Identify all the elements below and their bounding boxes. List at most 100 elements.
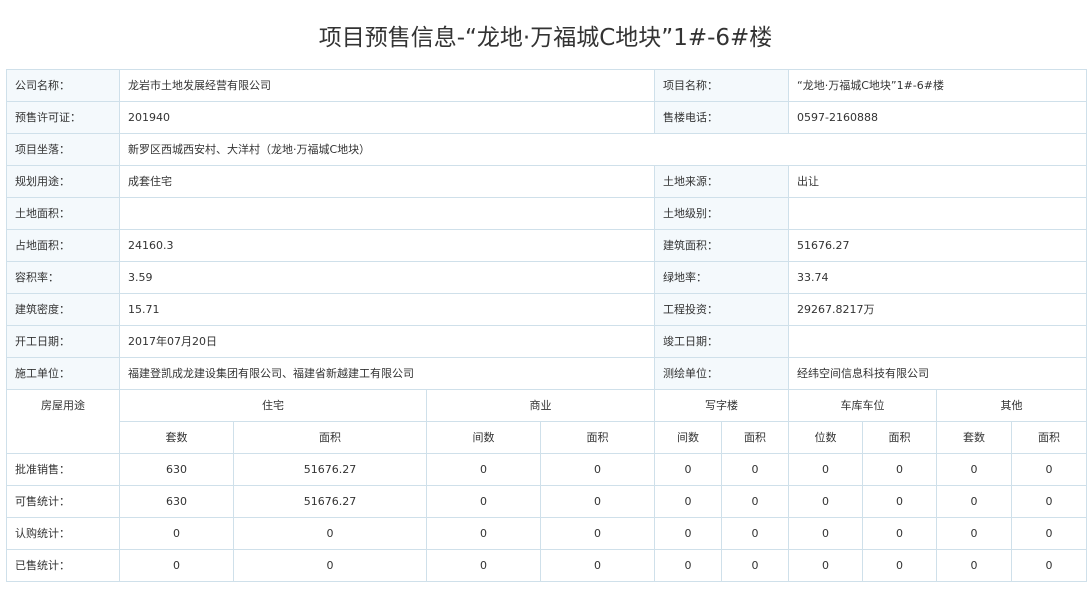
stats-cell: 0 bbox=[788, 549, 863, 582]
stats-row-label: 认购统计： bbox=[6, 517, 120, 550]
far-value: 3.59 bbox=[119, 261, 655, 294]
green-label: 绿地率： bbox=[654, 261, 789, 294]
land-grade-value bbox=[787, 197, 1088, 230]
location-value: 新罗区西城西安村、大洋村（龙地·万福城C地块） bbox=[118, 133, 1088, 166]
info-row: 土地面积： 土地级别： bbox=[6, 197, 1088, 230]
stats-cell: 51676.27 bbox=[233, 485, 427, 518]
surveyor-value: 经纬空间信息科技有限公司 bbox=[787, 357, 1088, 390]
stats-cell: 0 bbox=[540, 549, 655, 582]
group-header: 写字楼 bbox=[654, 389, 789, 422]
stats-cell: 0 bbox=[540, 485, 655, 518]
stats-cell: 0 bbox=[1010, 517, 1088, 550]
info-row: 开工日期： 2017年07月20日 竣工日期： bbox=[6, 325, 1088, 358]
use-value: 成套住宅 bbox=[119, 165, 655, 198]
stats-cell: 0 bbox=[1010, 549, 1088, 582]
stats-cell: 0 bbox=[1010, 453, 1088, 486]
density-value: 15.71 bbox=[119, 293, 655, 326]
land-grade-label: 土地级别： bbox=[654, 197, 789, 230]
stats-cell: 0 bbox=[936, 453, 1012, 486]
stats-sub-header-row: 套数 面积 间数 面积 间数 面积 位数 面积 套数 面积 bbox=[7, 421, 1088, 454]
use-label: 规划用途： bbox=[6, 165, 120, 198]
permit-label: 预售许可证： bbox=[6, 101, 120, 134]
stats-row: 已售统计： 0 0 0 0 0 0 0 0 0 0 bbox=[6, 549, 1088, 582]
stats-cell: 0 bbox=[654, 453, 722, 486]
stats-cell: 0 bbox=[936, 517, 1012, 550]
sub-header: 面积 bbox=[1010, 421, 1088, 454]
stats-group-header-row: 房屋用途 住宅 商业 写字楼 车库车位 其他 bbox=[6, 389, 1088, 454]
start-date-label: 开工日期： bbox=[6, 325, 120, 358]
finish-date-value bbox=[787, 325, 1088, 358]
investment-value: 29267.8217万 bbox=[787, 293, 1088, 326]
stats-cell: 0 bbox=[654, 549, 722, 582]
phone-value: 0597-2160888 bbox=[787, 101, 1088, 134]
stats-corner-header: 房屋用途 bbox=[6, 389, 120, 454]
stats-cell: 0 bbox=[721, 517, 789, 550]
stats-row-label: 已售统计： bbox=[6, 549, 120, 582]
sub-header: 面积 bbox=[233, 421, 427, 454]
group-header: 商业 bbox=[426, 389, 655, 422]
floor-area-label: 建筑面积： bbox=[654, 229, 789, 262]
sub-header: 位数 bbox=[788, 421, 863, 454]
project-info-table: 公司名称： 龙岩市土地发展经营有限公司 项目名称： “龙地·万福城C地块”1#-… bbox=[6, 69, 1088, 582]
builder-label: 施工单位： bbox=[6, 357, 120, 390]
company-label: 公司名称： bbox=[6, 69, 120, 102]
page-title: 项目预售信息-“龙地·万福城C地块”1#-6#楼 bbox=[318, 25, 773, 51]
stats-cell: 0 bbox=[119, 549, 234, 582]
stats-cell: 0 bbox=[862, 485, 937, 518]
stats-row-label: 可售统计： bbox=[6, 485, 120, 518]
stats-row: 批准销售： 630 51676.27 0 0 0 0 0 0 0 0 bbox=[6, 453, 1088, 486]
page: 项目预售信息-“龙地·万福城C地块”1#-6#楼 公司名称： 龙岩市土地发展经营… bbox=[0, 0, 1091, 594]
info-row: 施工单位： 福建登凯成龙建设集团有限公司、福建省新越建工有限公司 测绘单位： 经… bbox=[6, 357, 1088, 390]
group-header: 其他 bbox=[935, 389, 1088, 422]
land-source-value: 出让 bbox=[787, 165, 1088, 198]
stats-cell: 0 bbox=[788, 453, 863, 486]
info-row: 建筑密度： 15.71 工程投资： 29267.8217万 bbox=[6, 293, 1088, 326]
stats-cell: 0 bbox=[862, 453, 937, 486]
stats-cell: 0 bbox=[426, 517, 541, 550]
occupied-area-label: 占地面积： bbox=[6, 229, 120, 262]
location-label: 项目坐落： bbox=[6, 133, 120, 166]
project-label: 项目名称： bbox=[654, 69, 789, 102]
stats-cell: 0 bbox=[862, 549, 937, 582]
info-row: 项目坐落： 新罗区西城西安村、大洋村（龙地·万福城C地块） bbox=[6, 133, 1088, 166]
far-label: 容积率： bbox=[6, 261, 120, 294]
occupied-area-value: 24160.3 bbox=[119, 229, 655, 262]
permit-value: 201940 bbox=[119, 101, 655, 134]
land-source-label: 土地来源： bbox=[654, 165, 789, 198]
stats-body: 批准销售： 630 51676.27 0 0 0 0 0 0 0 0 可售统计： 630 51676.27… bbox=[6, 453, 1088, 582]
stats-row-label: 批准销售： bbox=[6, 453, 120, 486]
group-header: 住宅 bbox=[119, 389, 427, 422]
stats-cell: 0 bbox=[1010, 485, 1088, 518]
density-label: 建筑密度： bbox=[6, 293, 120, 326]
sub-header: 间数 bbox=[654, 421, 722, 454]
investment-label: 工程投资： bbox=[654, 293, 789, 326]
stats-cell: 0 bbox=[426, 549, 541, 582]
sub-header: 套数 bbox=[936, 421, 1012, 454]
stats-cell: 630 bbox=[119, 485, 234, 518]
builder-value: 福建登凯成龙建设集团有限公司、福建省新越建工有限公司 bbox=[119, 357, 655, 390]
info-row: 占地面积： 24160.3 建筑面积： 51676.27 bbox=[6, 229, 1088, 262]
stats-row: 可售统计： 630 51676.27 0 0 0 0 0 0 0 0 bbox=[6, 485, 1088, 518]
stats-cell: 0 bbox=[788, 485, 863, 518]
land-area-label: 土地面积： bbox=[6, 197, 120, 230]
stats-cell: 0 bbox=[540, 517, 655, 550]
stats-cell: 0 bbox=[233, 517, 427, 550]
sub-header: 间数 bbox=[426, 421, 541, 454]
stats-cell: 0 bbox=[862, 517, 937, 550]
stats-cell: 0 bbox=[540, 453, 655, 486]
stats-row: 认购统计： 0 0 0 0 0 0 0 0 0 0 bbox=[6, 517, 1088, 550]
stats-cell: 0 bbox=[721, 453, 789, 486]
company-value: 龙岩市土地发展经营有限公司 bbox=[119, 69, 655, 102]
sub-header: 面积 bbox=[862, 421, 937, 454]
floor-area-value: 51676.27 bbox=[787, 229, 1088, 262]
stats-cell: 0 bbox=[788, 517, 863, 550]
stats-cell: 0 bbox=[426, 453, 541, 486]
stats-cell: 0 bbox=[233, 549, 427, 582]
stats-cell: 0 bbox=[426, 485, 541, 518]
info-row: 规划用途： 成套住宅 土地来源： 出让 bbox=[6, 165, 1088, 198]
sub-header: 套数 bbox=[119, 421, 234, 454]
green-value: 33.74 bbox=[787, 261, 1088, 294]
surveyor-label: 测绘单位： bbox=[654, 357, 789, 390]
info-row: 公司名称： 龙岩市土地发展经营有限公司 项目名称： “龙地·万福城C地块”1#-… bbox=[6, 69, 1088, 102]
sub-header: 面积 bbox=[721, 421, 789, 454]
